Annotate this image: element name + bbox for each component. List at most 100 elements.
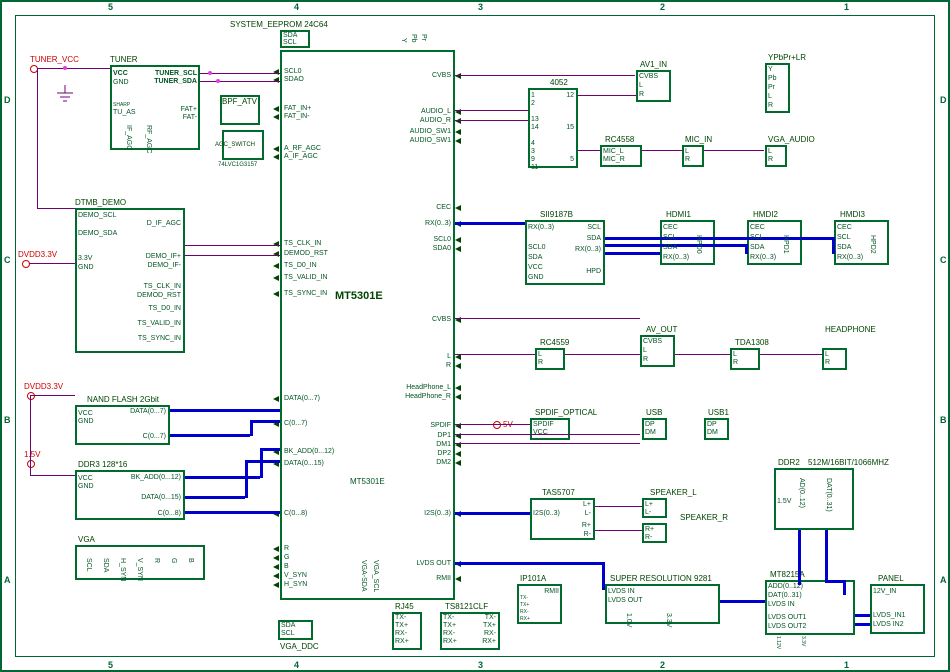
ddr3-title: DDR3 128*16 — [78, 460, 127, 469]
4052-l-8: 9 — [531, 156, 535, 163]
av1-r: R — [639, 91, 644, 98]
arrow — [455, 73, 461, 79]
arrow — [273, 573, 279, 579]
hdmi3-2: SDA — [837, 244, 851, 251]
sii-l-2: SCL0 — [528, 244, 546, 251]
hdmi1-title: HDMI1 — [666, 210, 691, 219]
bus — [260, 448, 280, 451]
nand-c: C(0...7) — [110, 433, 166, 440]
ddr2-15v: 1.5V — [777, 498, 791, 505]
vga-sda: VGA-SDA — [360, 560, 367, 592]
wire — [704, 150, 764, 151]
main-left-11: DEMOD_RST — [284, 250, 328, 257]
wire — [37, 68, 110, 69]
hdmi2-1: SCL — [750, 234, 764, 241]
vgaaudio-r: R — [768, 156, 773, 163]
main-right-7: CEC — [395, 204, 451, 211]
bus — [250, 420, 280, 423]
ts8121-r-0: TX- — [470, 614, 496, 621]
ts8121-l-1: TX+ — [443, 622, 456, 629]
bus — [245, 460, 248, 498]
main-sub: MT5301E — [350, 477, 385, 486]
wire — [455, 120, 528, 121]
4052-l-3: 13 — [531, 116, 539, 123]
main-right-16: HeadPhone_R — [395, 393, 451, 400]
super-out: LVDS OUT — [608, 597, 643, 604]
4052-title: 4052 — [550, 78, 568, 87]
row-d-r: D — [940, 95, 947, 105]
hdmi2-0: CEC — [750, 224, 765, 231]
ddr3-vcc: VCC — [78, 475, 93, 482]
sii-r-4: HPD — [565, 268, 601, 275]
usb1-title: USB1 — [708, 408, 729, 417]
panel-l2: LVDS IN2 — [873, 621, 904, 628]
hdmi2-title: HMDI2 — [753, 210, 778, 219]
rc4558-l: MIC_L — [603, 148, 624, 155]
ip101-l-2: RX- — [520, 609, 529, 615]
super-title: SUPER RESOLUTION 9281 — [610, 574, 712, 583]
usb1-dm: DM — [707, 429, 718, 436]
4052-l-7: 3 — [531, 148, 535, 155]
col-2-bot: 2 — [660, 660, 665, 670]
super-b-1: 3.3V — [665, 613, 672, 627]
mt8215-lvds2: LVDS OUT2 — [768, 623, 806, 630]
vga-0: SCL — [85, 558, 92, 572]
ddr3-c: C(0...8) — [110, 510, 181, 517]
hp-r: R — [825, 359, 830, 366]
avout-r: R — [643, 356, 648, 363]
eeprom-scl: SCL — [283, 39, 297, 46]
pin-pb: Pb — [410, 34, 417, 43]
main-left-24: R — [284, 545, 289, 552]
panel-title: PANEL — [878, 574, 904, 583]
power-dvdd-b — [27, 392, 35, 400]
col-5-bot: 5 — [108, 660, 113, 670]
node — [208, 71, 212, 75]
main-left-1: SDAO — [284, 76, 304, 83]
row-b-r: B — [940, 415, 947, 425]
ip101-title: IP101A — [520, 574, 546, 583]
ip101-l-0: TX- — [520, 595, 528, 601]
vga-scl: VGA_SCL — [372, 560, 379, 592]
hdmi3-1: SCL — [837, 234, 851, 241]
row-a-l: A — [4, 575, 11, 585]
main-right-26: LVDS OUT — [395, 560, 451, 567]
ypbpr-4: R — [768, 102, 773, 109]
hdmi3-title: HMDI3 — [840, 210, 865, 219]
nand-gnd: GND — [78, 418, 94, 425]
mic-l: L — [685, 148, 689, 155]
bus-ddr3-bk — [185, 476, 260, 479]
main-left-14: TS_SYNC_IN — [284, 290, 327, 297]
wire — [578, 95, 636, 96]
arrow — [273, 275, 279, 281]
wire — [29, 263, 75, 264]
power-dvdd-a — [22, 260, 30, 268]
wire — [185, 245, 280, 246]
wire — [595, 506, 642, 507]
main-left-10: TS_CLK_IN — [284, 240, 321, 247]
ts8121-l-0: TX- — [443, 614, 454, 621]
wire — [455, 424, 530, 425]
4052-l-0: 1 — [531, 92, 535, 99]
4052-l-4: 14 — [531, 124, 539, 131]
dtmb-r-5: TS_CLK_IN — [115, 283, 181, 290]
col-4-bot: 4 — [294, 660, 299, 670]
node — [63, 66, 67, 70]
bus — [745, 244, 748, 254]
main-left-19: BK_ADD(0...12) — [284, 448, 334, 455]
4052-l-6: 4 — [531, 140, 535, 147]
main-left-4: FAT_IN- — [284, 113, 310, 120]
av1-cvbs: CVBS — [639, 73, 658, 80]
row-c-l: C — [4, 255, 11, 265]
arrow — [273, 546, 279, 552]
label-dvdd-a: DVDD3.3V — [18, 250, 57, 259]
dtmb-title: DTMB_DEMO — [75, 198, 126, 207]
arrow — [455, 118, 461, 124]
arrow — [273, 69, 279, 75]
arrow — [455, 451, 461, 457]
sii-l-0: RX(0..3) — [528, 224, 554, 231]
arrow — [273, 291, 279, 297]
main-right-27: RMII — [395, 575, 451, 582]
vga-3: V_SYN — [136, 558, 143, 581]
arrow — [455, 576, 461, 582]
ddr2-ad: AD(0..12) — [798, 478, 805, 508]
